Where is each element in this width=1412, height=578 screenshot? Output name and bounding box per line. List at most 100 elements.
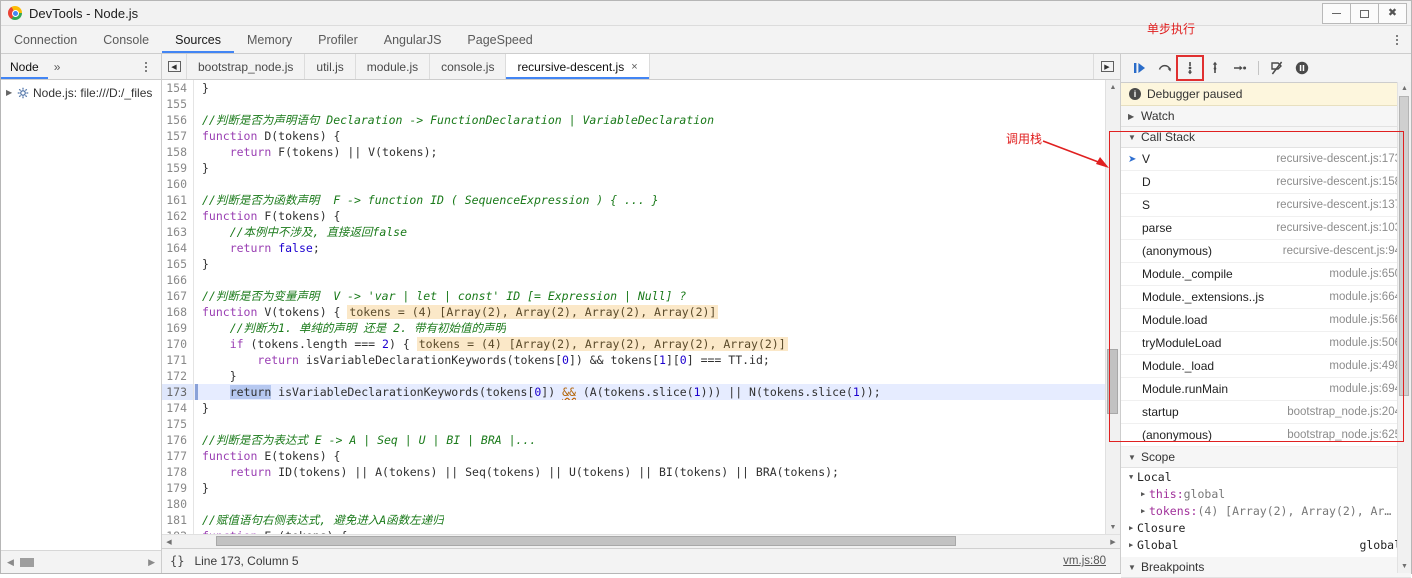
line-number[interactable]: 177 — [162, 448, 194, 464]
chevron-right-icon[interactable]: ▶ — [6, 88, 16, 97]
close-button[interactable]: ✖ — [1378, 3, 1407, 24]
call-stack-location[interactable]: recursive-descent.js:94 — [1283, 245, 1411, 257]
code-line[interactable]: 166 — [162, 272, 1105, 288]
minimize-button[interactable] — [1322, 3, 1351, 24]
step-out-button[interactable] — [1204, 58, 1226, 78]
code-line[interactable]: 169 //判断为1. 单纯的声明 还是 2. 带有初始值的声明 — [162, 320, 1105, 336]
line-number[interactable]: 165 — [162, 256, 194, 272]
line-number[interactable]: 178 — [162, 464, 194, 480]
section-breakpoints[interactable]: ▼ Breakpoints — [1121, 557, 1411, 578]
call-stack-row[interactable]: tryModuleLoad module.js:506 — [1121, 332, 1411, 355]
code-line[interactable]: 179} — [162, 480, 1105, 496]
close-icon[interactable]: × — [631, 61, 637, 73]
code-line[interactable]: 182function E_(tokens) { — [162, 528, 1105, 534]
code-line[interactable]: 160 — [162, 176, 1105, 192]
call-stack-row[interactable]: startup bootstrap_node.js:204 — [1121, 401, 1411, 424]
chevron-right-icon[interactable]: ▶ — [1129, 524, 1137, 532]
code-line[interactable]: 165} — [162, 256, 1105, 272]
code-line[interactable]: 157 function D(tokens) { — [162, 128, 1105, 144]
tab-angularjs[interactable]: AngularJS — [371, 26, 455, 53]
scope-row[interactable]: ▶ tokens: (4) [Array(2), Array(2), Ar… — [1121, 502, 1411, 519]
call-stack-row[interactable]: parse recursive-descent.js:103 — [1121, 217, 1411, 240]
scope-row[interactable]: ▶ this: global — [1121, 485, 1411, 502]
h-scroll-thumb[interactable] — [19, 557, 34, 567]
h-scroll-track[interactable] — [176, 535, 1106, 548]
code-line[interactable]: 172 } — [162, 368, 1105, 384]
code-line[interactable]: 158 return F(tokens) || V(tokens); — [162, 144, 1105, 160]
call-stack-row[interactable]: Srecursive-descent.js:137 — [1121, 194, 1411, 217]
line-number[interactable]: 169 — [162, 320, 194, 336]
code-line[interactable]: 154} — [162, 80, 1105, 96]
call-stack-row[interactable]: Drecursive-descent.js:158 — [1121, 171, 1411, 194]
tab-panel-right-button[interactable]: ▶ — [1093, 54, 1120, 79]
tab-scroll-left-button[interactable]: ◀ — [162, 54, 187, 79]
file-tab-recursive-descent[interactable]: recursive-descent.js × — [506, 54, 650, 79]
code-line[interactable]: 167 //判断是否为变量声明 V -> 'var | let | const' … — [162, 288, 1105, 304]
code-line[interactable]: 176 //判断是否为表达式 E -> A | Seq | U | BI | BR… — [162, 432, 1105, 448]
code-horizontal-scrollbar[interactable]: ◀ ▶ — [162, 534, 1120, 548]
tab-profiler[interactable]: Profiler — [305, 26, 371, 53]
maximize-button[interactable] — [1350, 3, 1379, 24]
code-line[interactable]: 163 //本例中不涉及, 直接返回false — [162, 224, 1105, 240]
scroll-left-icon[interactable]: ◀ — [7, 557, 14, 568]
code-editor[interactable]: 154} 155 156//判断是否为声明语句 Declaration -> Fu… — [162, 80, 1105, 534]
line-number[interactable]: 156 — [162, 112, 194, 128]
line-number[interactable]: 166 — [162, 272, 194, 288]
call-stack-row[interactable]: Module.load module.js:566 — [1121, 309, 1411, 332]
line-number[interactable]: 163 — [162, 224, 194, 240]
call-stack-location[interactable]: recursive-descent.js:158 — [1276, 176, 1411, 188]
line-number[interactable]: 168 — [162, 304, 194, 320]
code-line[interactable]: 155 — [162, 96, 1105, 112]
call-stack-location[interactable]: recursive-descent.js:103 — [1276, 222, 1411, 234]
call-stack-row[interactable]: (anonymous) bootstrap_node.js:625 — [1121, 424, 1411, 447]
line-number[interactable]: 174 — [162, 400, 194, 416]
line-number[interactable]: 162 — [162, 208, 194, 224]
scroll-up-icon[interactable]: ▲ — [1398, 82, 1411, 95]
tab-sources[interactable]: Sources — [162, 26, 234, 53]
code-line[interactable]: 156 //判断是否为声明语句 Declaration -> FunctionDe… — [162, 112, 1105, 128]
code-line[interactable]: 181 //赋值语句右侧表达式, 避免进入A函数左递归 — [162, 512, 1105, 528]
scope-row[interactable]: ▶ Global global — [1121, 536, 1411, 553]
code-line[interactable]: 177 function E(tokens) { — [162, 448, 1105, 464]
scope-row[interactable]: ▼ Local — [1121, 468, 1411, 485]
step-over-button[interactable] — [1154, 58, 1176, 78]
code-line[interactable]: 162 function F(tokens) { — [162, 208, 1105, 224]
sidebar-scrollbar[interactable]: ▲ ▼ — [1397, 82, 1411, 573]
code-line[interactable]: 171 return isVariableDeclarationKeywords… — [162, 352, 1105, 368]
v-scroll-thumb[interactable] — [1107, 349, 1118, 414]
code-line[interactable]: 168 function V(tokens) { tokens = (4) [Ar… — [162, 304, 1105, 320]
code-line[interactable]: 164 return false; — [162, 240, 1105, 256]
code-line[interactable]: 173 return isVariableDeclarationKeywords… — [162, 384, 1105, 400]
call-stack-location[interactable]: recursive-descent.js:173 — [1276, 153, 1411, 165]
step-button[interactable] — [1229, 58, 1251, 78]
more-vertical-icon[interactable] — [138, 59, 154, 75]
scroll-up-icon[interactable]: ▲ — [1106, 80, 1120, 94]
file-tab-util[interactable]: util.js — [305, 54, 356, 79]
line-number[interactable]: 173 — [162, 384, 194, 400]
scroll-down-icon[interactable]: ▼ — [1398, 560, 1411, 573]
line-number[interactable]: 176 — [162, 432, 194, 448]
call-stack-row[interactable]: Module._extensions..js module.js:664 — [1121, 286, 1411, 309]
file-tab-module[interactable]: module.js — [356, 54, 431, 79]
line-number[interactable]: 157 — [162, 128, 194, 144]
line-number[interactable]: 158 — [162, 144, 194, 160]
call-stack-row[interactable]: Module._compile module.js:650 — [1121, 263, 1411, 286]
section-scope[interactable]: ▼ Scope — [1121, 447, 1411, 468]
chevron-right-icon[interactable]: ▶ — [1141, 507, 1149, 515]
call-stack-row[interactable]: ➤ Vrecursive-descent.js:173 — [1121, 148, 1411, 171]
line-number[interactable]: 155 — [162, 96, 194, 112]
line-number[interactable]: 179 — [162, 480, 194, 496]
line-number[interactable]: 182 — [162, 528, 194, 534]
section-call-stack[interactable]: ▼ Call Stack — [1121, 127, 1411, 148]
call-stack-location[interactable]: bootstrap_node.js:625 — [1287, 429, 1411, 441]
code-line[interactable]: 178 return ID(tokens) || A(tokens) || Se… — [162, 464, 1105, 480]
pause-on-exceptions-button[interactable] — [1291, 58, 1313, 78]
call-stack-row[interactable]: Module._load module.js:498 — [1121, 355, 1411, 378]
scroll-left-icon[interactable]: ◀ — [162, 538, 176, 546]
chevron-double-right-icon[interactable]: » — [48, 54, 67, 79]
sidebar-scroll-thumb[interactable] — [1399, 96, 1409, 396]
chevron-right-icon[interactable]: ▶ — [1129, 541, 1137, 549]
nav-tab-node[interactable]: Node — [1, 54, 48, 79]
scope-row[interactable]: ▶ Closure — [1121, 519, 1411, 536]
line-number[interactable]: 167 — [162, 288, 194, 304]
